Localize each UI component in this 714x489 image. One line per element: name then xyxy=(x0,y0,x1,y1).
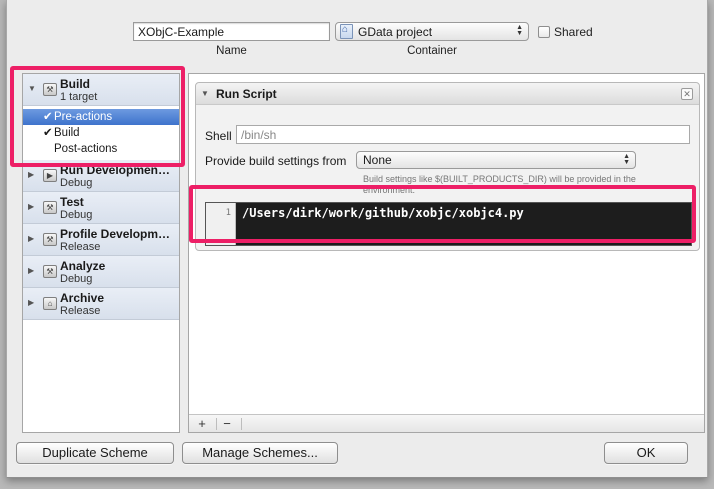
sidebar-item-test[interactable]: ▶ ⚒ Test Debug xyxy=(23,192,179,224)
shell-label: Shell xyxy=(205,129,232,143)
sidebar-item-label: Run Developmen… xyxy=(60,163,171,177)
actions-pane: ▼ Run Script ✕ Shell /bin/sh Provide bui… xyxy=(188,73,705,433)
ok-button[interactable]: OK xyxy=(604,442,688,464)
sidebar-item-build[interactable]: ▼ ⚒ Build 1 target xyxy=(23,74,179,106)
checkmark-icon: ✔ xyxy=(43,111,53,123)
sidebar-subitem-build[interactable]: ✔ Build xyxy=(23,125,179,141)
scheme-name-input[interactable]: XObjC-Example xyxy=(133,22,330,41)
provide-build-settings-popup[interactable]: None ▲ ▼ xyxy=(356,151,636,169)
run-script-action: ▼ Run Script ✕ Shell /bin/sh Provide bui… xyxy=(195,82,700,251)
sidebar-item-sublabel: 1 target xyxy=(60,91,98,103)
disclosure-open-icon[interactable]: ▼ xyxy=(28,84,36,93)
disclosure-closed-icon[interactable]: ▶ xyxy=(28,202,34,211)
project-icon xyxy=(340,24,353,39)
container-caption: Container xyxy=(407,45,457,57)
sidebar-item-sublabel: Debug xyxy=(60,209,93,221)
build-settings-hint: Build settings like $(BUILT_PRODUCTS_DIR… xyxy=(363,174,636,195)
popup-arrows-icon: ▲ ▼ xyxy=(623,153,630,166)
container-value: GData project xyxy=(358,24,433,39)
close-icon[interactable]: ✕ xyxy=(681,88,693,100)
script-editor[interactable]: 1 /Users/dirk/work/github/xobjc/xobjc4.p… xyxy=(205,202,692,246)
sidebar-item-label: Archive xyxy=(60,291,105,305)
shared-checkbox[interactable] xyxy=(538,26,550,38)
sidebar-item-label: Build xyxy=(60,77,90,91)
container-popup[interactable]: GData project ▲▼ xyxy=(335,22,529,41)
sidebar-item-analyze[interactable]: ▶ ⚒ Analyze Debug xyxy=(23,256,179,288)
script-text[interactable]: /Users/dirk/work/github/xobjc/xobjc4.py xyxy=(242,206,524,220)
shared-label: Shared xyxy=(554,25,593,39)
sidebar-subitem-label: Post-actions xyxy=(54,143,118,155)
actions-bottom-bar: + − xyxy=(189,414,704,432)
test-icon: ⚒ xyxy=(43,201,57,214)
manage-schemes-button[interactable]: Manage Schemes... xyxy=(182,442,338,464)
line-number-gutter: 1 xyxy=(206,203,236,245)
disclosure-closed-icon[interactable]: ▶ xyxy=(28,170,34,179)
sidebar-item-sublabel: Release xyxy=(60,305,101,317)
duplicate-scheme-button[interactable]: Duplicate Scheme xyxy=(16,442,174,464)
popup-arrows-icon: ▲ ▼ xyxy=(516,24,523,37)
disclosure-closed-icon[interactable]: ▶ xyxy=(28,298,34,307)
shell-input[interactable]: /bin/sh xyxy=(236,125,690,144)
disclosure-open-icon[interactable]: ▼ xyxy=(201,89,209,98)
analyze-icon: ⚒ xyxy=(43,265,57,278)
sidebar-subitem-pre-actions[interactable]: ✔ Pre-actions xyxy=(23,109,179,125)
add-action-button[interactable]: + xyxy=(193,416,211,431)
sidebar-item-label: Test xyxy=(60,195,84,209)
archive-icon: ⌂ xyxy=(43,297,57,310)
sidebar-item-sublabel: Debug xyxy=(60,177,93,189)
sidebar-item-archive[interactable]: ▶ ⌂ Archive Release xyxy=(23,288,179,320)
disclosure-closed-icon[interactable]: ▶ xyxy=(28,266,34,275)
divider xyxy=(241,418,242,430)
profile-icon: ⚒ xyxy=(43,233,57,246)
sidebar-subitem-label: Pre-actions xyxy=(54,111,113,123)
sidebar-item-sublabel: Debug xyxy=(60,273,93,285)
provide-build-settings-label: Provide build settings from xyxy=(205,154,347,168)
sidebar-subitem-post-actions[interactable]: Post-actions xyxy=(23,141,179,157)
sidebar-item-profile[interactable]: ▶ ⚒ Profile Developm… Release xyxy=(23,224,179,256)
build-icon: ⚒ xyxy=(43,83,57,96)
remove-action-button[interactable]: − xyxy=(218,416,236,431)
scheme-editor-sheet: XObjC-Example Name GData project ▲▼ Cont… xyxy=(6,0,708,478)
scheme-actions-sidebar: ▼ ⚒ Build 1 target ✔ Pre-actions ✔ Build… xyxy=(22,73,180,433)
run-script-title: Run Script xyxy=(216,87,277,101)
run-icon: ▶ xyxy=(43,169,57,182)
sidebar-item-run[interactable]: ▶ ▶ Run Developmen… Debug xyxy=(23,160,179,192)
sidebar-item-label: Analyze xyxy=(60,259,106,273)
divider xyxy=(216,418,217,430)
name-caption: Name xyxy=(216,45,247,57)
run-script-header: ▼ Run Script ✕ xyxy=(196,83,699,105)
checkmark-icon: ✔ xyxy=(43,127,53,139)
sidebar-item-sublabel: Release xyxy=(60,241,101,253)
sidebar-item-label: Profile Developm… xyxy=(60,227,171,241)
disclosure-closed-icon[interactable]: ▶ xyxy=(28,234,34,243)
provide-build-settings-value: None xyxy=(363,153,392,167)
sidebar-subitem-label: Build xyxy=(54,127,80,139)
